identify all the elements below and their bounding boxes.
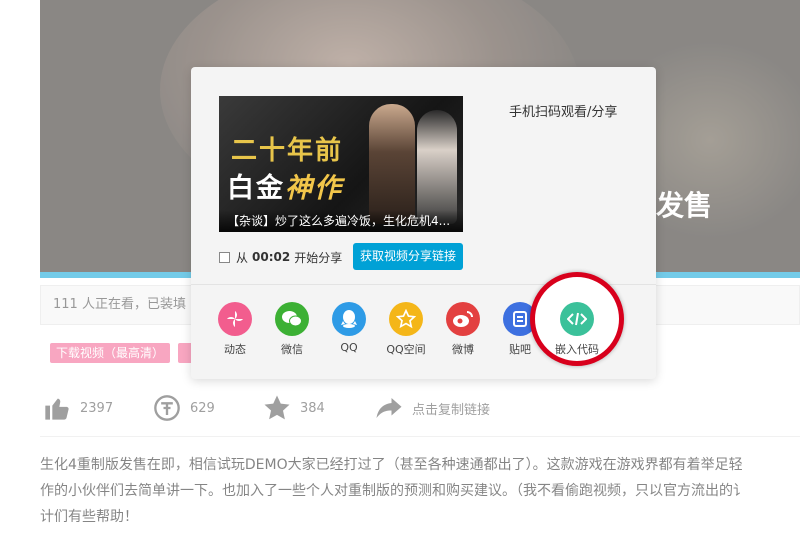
share-wechat-label: 微信 — [281, 343, 303, 356]
video-thumbnail[interactable]: 二十年前 白金神作 【杂谈】炒了这么多遍冷饭，生化危机4... — [219, 96, 463, 232]
thumbnail-figure-ada — [417, 110, 457, 224]
qr-code-label: 手机扫码观看/分享 — [509, 105, 618, 120]
thumbnail-figure-leon — [369, 104, 415, 224]
share-weibo-label: 微博 — [452, 343, 474, 356]
share-dynamic-button[interactable]: 动态 — [205, 302, 265, 357]
pinwheel-icon — [218, 302, 252, 336]
embed-code-icon — [560, 302, 594, 336]
share-embed-code-button[interactable]: 嵌入代码 — [547, 302, 607, 357]
qq-icon — [332, 302, 366, 336]
share-embed-code-label: 嵌入代码 — [555, 343, 599, 356]
share-dynamic-label: 动态 — [224, 343, 246, 356]
get-share-link-button[interactable]: 获取视频分享链接 — [353, 243, 463, 270]
share-qzone-button[interactable]: QQ空间 — [376, 302, 436, 357]
thumbnail-title-line-2: 白金神作 — [227, 166, 343, 205]
start-time-checkbox[interactable] — [219, 251, 230, 263]
weibo-icon — [446, 302, 480, 336]
share-qq-button[interactable]: QQ — [319, 302, 379, 354]
thumbnail-title-part-a: 白金 — [227, 173, 285, 204]
start-time-row: 从 00:02 开始分享 — [219, 245, 342, 269]
share-qq-label: QQ — [340, 341, 358, 354]
thumbnail-caption: 【杂谈】炒了这么多遍冷饭，生化危机4... — [219, 210, 463, 232]
qzone-star-icon — [389, 302, 423, 336]
share-weibo-button[interactable]: 微博 — [433, 302, 493, 357]
share-wechat-button[interactable]: 微信 — [262, 302, 322, 357]
start-time-prefix: 从 — [236, 250, 249, 265]
start-time-value: 00:02 — [252, 250, 291, 264]
start-time-suffix: 开始分享 — [294, 250, 343, 265]
wechat-icon — [275, 302, 309, 336]
thumbnail-title-part-b: 神作 — [285, 173, 343, 204]
share-qzone-label: QQ空间 — [386, 343, 426, 356]
thumbnail-title-line-1: 二十年前 — [231, 136, 344, 166]
